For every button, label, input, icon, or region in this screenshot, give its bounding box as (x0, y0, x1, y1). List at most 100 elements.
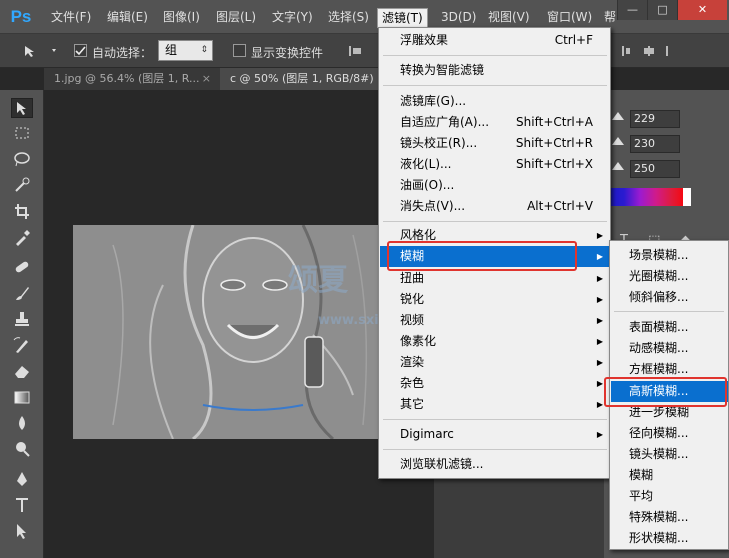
item-label: 锐化 (400, 292, 425, 306)
path-selection-tool-icon[interactable] (11, 522, 33, 542)
brush-tool-icon[interactable] (11, 284, 33, 304)
filter-menu-item[interactable]: 油画(O)... (380, 175, 609, 196)
eraser-tool-icon[interactable] (11, 362, 33, 382)
filter-menu-item[interactable]: 镜头校正(R)... Shift+Ctrl+R (380, 133, 609, 154)
blur-submenu-item[interactable]: 径向模糊... (611, 423, 728, 444)
document-image-embossed: 颂夏 www.sxia (73, 225, 393, 439)
dodge-tool-icon[interactable] (11, 440, 33, 460)
photoshop-logo: Ps (10, 7, 32, 26)
blur-submenu-item[interactable]: 平均 (611, 486, 728, 507)
item-shortcut: Shift+Ctrl+X (516, 157, 593, 171)
blur-submenu-item[interactable]: 模糊 (611, 465, 728, 486)
menu-edit[interactable]: 编辑(E) (103, 8, 152, 28)
menu-file[interactable]: 文件(F) (47, 8, 95, 28)
blue-slider-handle-icon[interactable] (612, 162, 624, 170)
gradient-tool-icon[interactable] (11, 388, 33, 408)
red-value-field[interactable]: 229 (630, 110, 680, 128)
menu-select[interactable]: 选择(S) (324, 8, 373, 28)
item-label: 进一步模糊 (629, 405, 690, 419)
filter-menu-item[interactable]: 扭曲 ▶ (380, 268, 609, 289)
watermark-logo-text: 颂夏 (288, 263, 348, 298)
green-slider-handle-icon[interactable] (612, 137, 624, 145)
filter-menu-item[interactable]: 渲染 ▶ (380, 352, 609, 373)
submenu-arrow-icon: ▶ (596, 316, 603, 325)
maximize-icon[interactable]: □ (647, 0, 677, 20)
align-icon[interactable] (345, 43, 375, 59)
close-icon[interactable]: ✕ (677, 0, 727, 20)
tab-close-icon[interactable]: × (202, 68, 211, 90)
menu-type[interactable]: 文字(Y) (268, 8, 317, 28)
clone-stamp-tool-icon[interactable] (11, 310, 33, 330)
healing-brush-tool-icon[interactable] (11, 258, 33, 278)
menu-image[interactable]: 图像(I) (159, 8, 204, 28)
item-label: 浏览联机滤镜... (400, 457, 484, 471)
menu-window[interactable]: 窗口(W) (543, 8, 596, 28)
tab-label: c @ 50% (图层 1, RGB/8#) (230, 72, 374, 85)
options-bar: 自动选择： 组 ⇕ 显示变换控件 (0, 34, 729, 68)
history-brush-tool-icon[interactable] (11, 336, 33, 356)
move-tool-preset-icon[interactable] (22, 43, 62, 59)
filter-menu-item[interactable]: 转换为智能滤镜 (380, 60, 609, 81)
blur-submenu-item[interactable]: 光圈模糊... (611, 266, 728, 287)
menu-layer[interactable]: 图层(L) (212, 8, 260, 28)
tab-document-1[interactable]: 1.jpg @ 56.4% (图层 1, R... × (44, 68, 219, 90)
lasso-tool-icon[interactable] (11, 150, 33, 170)
filter-menu-item[interactable]: 其它 ▶ (380, 394, 609, 415)
green-value-field[interactable]: 230 (630, 135, 680, 153)
blur-submenu-item[interactable]: 特殊模糊... (611, 507, 728, 528)
show-transform-checkbox[interactable] (233, 44, 246, 57)
move-tool-icon[interactable] (11, 98, 33, 118)
filter-menu-item[interactable]: 消失点(V)... Alt+Ctrl+V (380, 196, 609, 217)
item-label: 浮雕效果 (400, 33, 449, 47)
filter-menu-item[interactable]: 像素化 ▶ (380, 331, 609, 352)
item-label: 其它 (400, 397, 425, 411)
menu-3d[interactable]: 3D(D) (437, 8, 480, 28)
item-label: 平均 (629, 489, 654, 503)
blur-submenu-item[interactable]: 镜头模糊... (611, 444, 728, 465)
item-label: 消失点(V)... (400, 199, 466, 213)
quick-select-tool-icon[interactable] (11, 176, 33, 196)
crop-tool-icon[interactable] (11, 202, 33, 222)
menu-separator (383, 55, 607, 56)
blur-submenu-item[interactable]: 倾斜偏移... (611, 287, 728, 308)
document-tabs: 1.jpg @ 56.4% (图层 1, R... × c @ 50% (图层 … (44, 68, 434, 90)
filter-menu-item[interactable]: Digimarc ▶ (380, 424, 609, 445)
blur-submenu-item[interactable]: 动感模糊... (611, 338, 728, 359)
select-arrows-icon: ⇕ (200, 45, 208, 55)
item-label: 扭曲 (400, 271, 425, 285)
filter-menu-item[interactable]: 杂色 ▶ (380, 373, 609, 394)
red-slider-handle-icon[interactable] (612, 112, 624, 120)
menu-separator (383, 449, 607, 450)
menu-view[interactable]: 视图(V) (484, 8, 534, 28)
auto-select-target-select[interactable]: 组 ⇕ (158, 40, 213, 61)
filter-menu-item[interactable]: 视频 ▶ (380, 310, 609, 331)
filter-menu-item[interactable]: 滤镜库(G)... (380, 91, 609, 112)
blur-submenu-item[interactable]: 场景模糊... (611, 245, 728, 266)
blur-submenu-item[interactable]: 表面模糊... (611, 317, 728, 338)
color-ramp[interactable] (608, 188, 688, 206)
item-label: 渲染 (400, 355, 425, 369)
submenu-arrow-icon: ▶ (596, 252, 603, 261)
item-label: 表面模糊... (629, 320, 689, 334)
menu-separator (383, 419, 607, 420)
minimize-icon[interactable]: — (617, 0, 647, 20)
filter-menu-item[interactable]: 液化(L)... Shift+Ctrl+X (380, 154, 609, 175)
filter-menu-item[interactable]: 锐化 ▶ (380, 289, 609, 310)
distribute-icons[interactable] (618, 43, 678, 59)
blur-tool-icon[interactable] (11, 414, 33, 434)
menu-filter[interactable]: 滤镜(T) (377, 8, 428, 28)
auto-select-checkbox[interactable] (74, 44, 87, 57)
blue-value-field[interactable]: 250 (630, 160, 680, 178)
filter-menu-item[interactable]: 自适应广角(A)... Shift+Ctrl+A (380, 112, 609, 133)
filter-menu-item[interactable]: 浮雕效果 Ctrl+F (380, 30, 609, 51)
blur-submenu-item[interactable]: 形状模糊... (611, 528, 728, 549)
item-shortcut: Ctrl+F (554, 33, 593, 47)
filter-menu-item[interactable]: 浏览联机滤镜... (380, 454, 609, 475)
pen-tool-icon[interactable] (11, 470, 33, 490)
marquee-tool-icon[interactable] (11, 124, 33, 144)
item-label: 形状模糊... (629, 531, 689, 545)
eyedropper-tool-icon[interactable] (11, 228, 33, 248)
item-label: 径向模糊... (629, 426, 689, 440)
color-ramp-white-swatch[interactable] (683, 188, 691, 206)
type-tool-icon[interactable] (11, 496, 33, 516)
